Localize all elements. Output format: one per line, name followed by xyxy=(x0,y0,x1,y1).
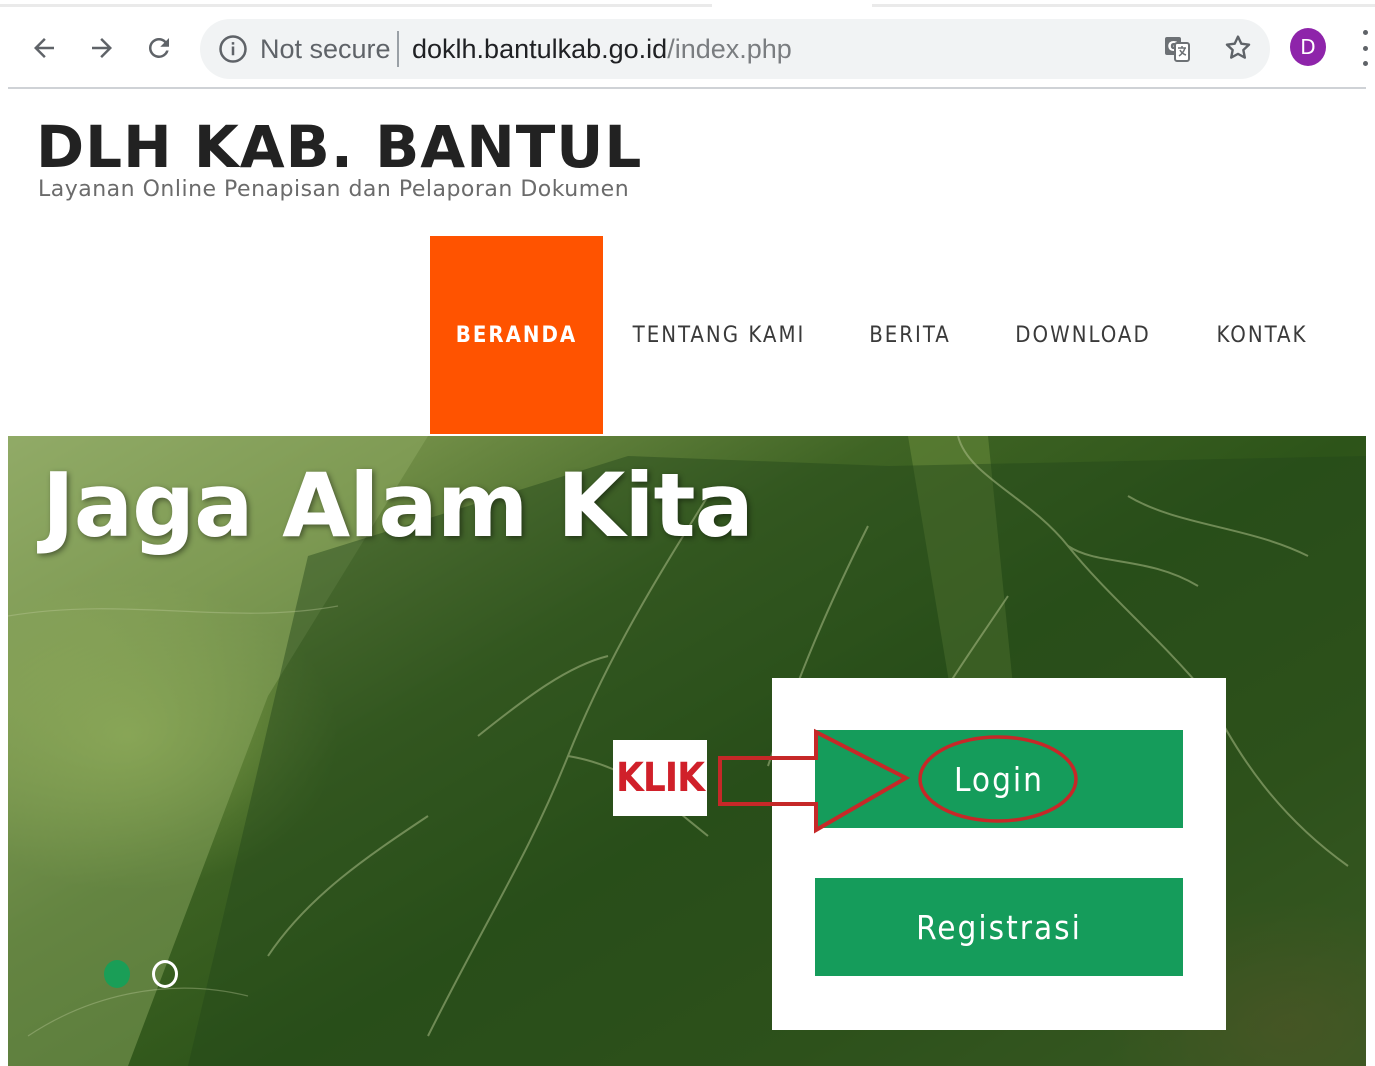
auth-panel: Login Registrasi xyxy=(772,678,1226,1030)
slider-dot-2[interactable] xyxy=(152,960,178,988)
url-path: /index.php xyxy=(667,34,792,64)
site-title[interactable]: DLH KAB. BANTUL xyxy=(36,112,642,182)
hero-slider: Jaga Alam Kita KLIK Login Registrasi xyxy=(8,436,1366,1066)
arrow-right-icon xyxy=(92,38,112,58)
reload-icon xyxy=(148,37,169,58)
klik-annotation-label: KLIK xyxy=(613,740,707,816)
arrow-left-icon xyxy=(34,38,54,58)
toolbar-divider xyxy=(8,87,1366,89)
forward-button[interactable] xyxy=(80,26,124,70)
browser-menu-icon[interactable] xyxy=(1359,30,1371,66)
address-bar[interactable]: Not secure doklh.bantulkab.go.id/index.p… xyxy=(200,19,1270,79)
back-button[interactable] xyxy=(22,26,66,70)
slider-dot-1[interactable] xyxy=(104,960,130,988)
nav-item-beranda[interactable]: BERANDA xyxy=(430,236,603,434)
security-status[interactable]: Not secure xyxy=(260,32,391,66)
registrasi-button[interactable]: Registrasi xyxy=(815,878,1183,976)
main-nav: BERANDA TENTANG KAMI BERITA DOWNLOAD KON… xyxy=(0,236,1375,436)
address-divider xyxy=(397,31,399,67)
info-icon[interactable] xyxy=(218,34,248,64)
tab-strip-edge xyxy=(0,4,1375,7)
nav-item-berita[interactable]: BERITA xyxy=(858,236,962,434)
star-icon[interactable] xyxy=(1222,32,1254,64)
profile-avatar[interactable]: D xyxy=(1290,28,1326,66)
login-button[interactable]: Login xyxy=(815,730,1183,828)
hero-headline: Jaga Alam Kita xyxy=(42,454,754,557)
translate-icon[interactable]: G xyxy=(1163,35,1191,63)
site-subtitle: Layanan Online Penapisan dan Pelaporan D… xyxy=(38,177,630,202)
nav-item-tentang-kami[interactable]: TENTANG KAMI xyxy=(620,236,818,434)
nav-item-kontak[interactable]: KONTAK xyxy=(1202,236,1322,434)
reload-button[interactable] xyxy=(137,26,181,70)
browser-window: Not secure doklh.bantulkab.go.id/index.p… xyxy=(0,0,1375,1066)
url-domain: doklh.bantulkab.go.id xyxy=(412,34,668,64)
nav-item-download[interactable]: DOWNLOAD xyxy=(1005,236,1161,434)
url-text[interactable]: doklh.bantulkab.go.id/index.php xyxy=(412,32,792,66)
browser-toolbar: Not secure doklh.bantulkab.go.id/index.p… xyxy=(0,0,1375,90)
